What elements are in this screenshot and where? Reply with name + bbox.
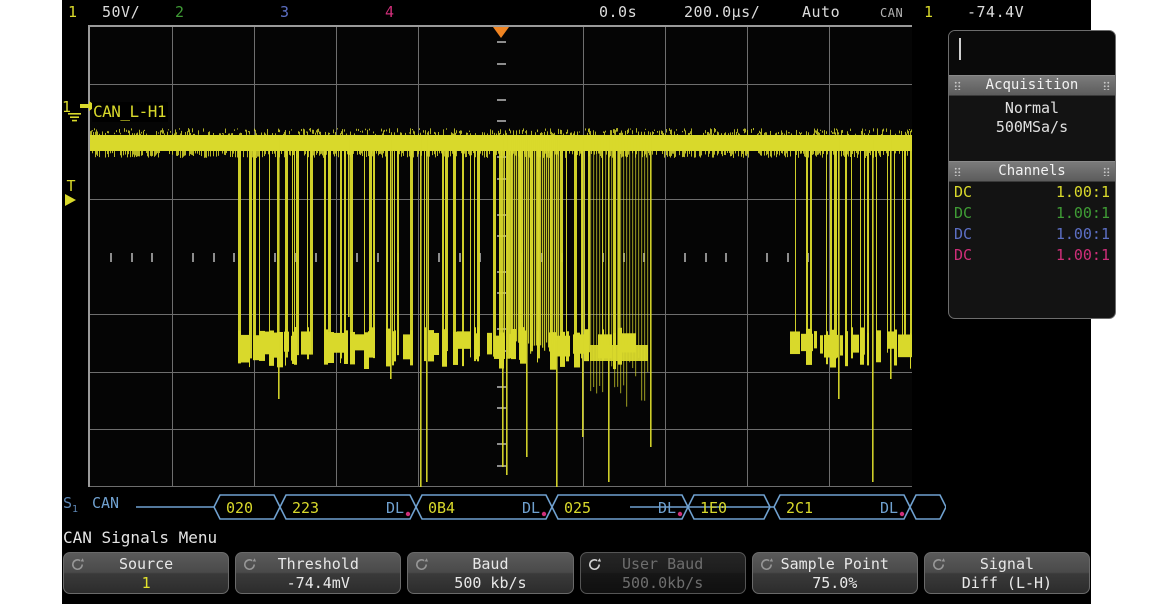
graticule-inner: [90, 27, 912, 487]
rotary-knob-icon: [244, 558, 257, 571]
trigger-source[interactable]: 1: [924, 3, 934, 21]
softkey-value: 500.0kb/s: [621, 574, 704, 592]
waveform-trace-channel-1: [90, 128, 912, 487]
delay-value[interactable]: 0.0s: [599, 3, 637, 21]
softkey-sample-point[interactable]: Sample Point 75.0%: [751, 552, 918, 594]
softkey-baud[interactable]: Baud 500 kb/s: [407, 552, 574, 594]
serial-decode-row[interactable]: S1 CAN 020 223 DL 0B4 DL 025 DL 1E0 2C1 DL: [62, 489, 946, 525]
decode-frame-marker: [541, 511, 547, 517]
softkey-label: Threshold: [277, 555, 359, 573]
trigger-marker-letter: T: [66, 177, 76, 195]
acquisition-sample-rate: 500MSa/s: [995, 118, 1069, 136]
softkey-value: 500 kb/s: [454, 574, 527, 592]
drag-grip-icon: [954, 81, 961, 90]
decode-frame-text: DL: [658, 499, 676, 517]
decode-frame-marker: [899, 511, 905, 517]
decode-frame-text: 025: [564, 499, 591, 517]
drag-grip-icon: [1103, 81, 1110, 90]
softkey-value: 1: [141, 574, 151, 592]
channel-row[interactable]: DC 1.00:1: [949, 182, 1115, 203]
softkey-value: -74.4mV: [286, 574, 350, 592]
menu-title: CAN Signals Menu: [63, 528, 218, 547]
softkey-value: 75.0%: [812, 574, 858, 592]
status-bar: 1 50V/ 2 3 4 0.0s 200.0µs/ Auto CAN 1 -7…: [62, 0, 1091, 26]
acquisition-mode: Normal: [1004, 99, 1060, 117]
decode-frame-text: DL: [880, 499, 898, 517]
channel-coupling: DC: [954, 204, 973, 222]
trigger-level[interactable]: -74.4V: [967, 3, 1024, 21]
channel-coupling: DC: [954, 183, 973, 201]
channel-probe-ratio: 1.00:1: [1055, 225, 1110, 243]
rotary-knob-icon: [416, 558, 429, 571]
softkey-bar: Source 1 Threshold -74.4mV Baud 500 kb/s User …: [63, 552, 1091, 596]
softkey-label: User Baud: [621, 555, 704, 573]
channel-row[interactable]: DC 1.00:1: [949, 224, 1115, 245]
acquisition-body: Normal 500MSa/s: [949, 96, 1115, 161]
rotary-knob-icon: [760, 558, 773, 571]
channel-probe-ratio: 1.00:1: [1055, 246, 1110, 264]
channel-coupling: DC: [954, 225, 973, 243]
decode-frame-packet[interactable]: [909, 494, 946, 520]
decode-frame-marker: [405, 511, 411, 517]
decode-frame-text: 223: [292, 499, 319, 517]
softkey-label: Source: [118, 555, 174, 573]
channel-4-indicator[interactable]: 4: [385, 3, 395, 21]
decode-frame-marker: [677, 511, 683, 517]
softkey-label: Baud: [472, 555, 509, 573]
decode-frames: 020 223 DL 0B4 DL 025 DL 1E0 2C1 DL: [136, 494, 946, 520]
ground-symbol-icon: [68, 113, 81, 122]
channels-title: Channels: [998, 163, 1066, 179]
channel-2-indicator[interactable]: 2: [175, 3, 185, 21]
waveform-graticule[interactable]: [88, 25, 912, 487]
channel-1-label[interactable]: CAN_L-H1: [92, 102, 169, 122]
softkey-value: Diff (L-H): [961, 574, 1053, 592]
softkey-signal[interactable]: Signal Diff (L-H): [923, 552, 1091, 594]
trigger-arrow-icon: [65, 194, 76, 206]
oscilloscope-screen: 1 50V/ 2 3 4 0.0s 200.0µs/ Auto CAN 1 -7…: [62, 0, 1116, 604]
info-sidebar: Acquisition Normal 500MSa/s Channels DC 1…: [948, 30, 1116, 319]
decode-frame-text: 1E0: [700, 499, 727, 517]
channels-list: DC 1.00:1 DC 1.00:1 DC 1.00:1 DC 1.00:1: [949, 182, 1115, 266]
softkey-source[interactable]: Source 1: [63, 552, 230, 594]
text-cursor: [959, 38, 961, 60]
channels-header[interactable]: Channels: [949, 161, 1115, 182]
trigger-level-marker[interactable]: T: [64, 177, 78, 209]
sidebar-top-pane: [949, 31, 1115, 75]
waveform-paths: [90, 128, 912, 487]
channel-row[interactable]: DC 1.00:1: [949, 203, 1115, 224]
rotary-knob-icon: [932, 558, 945, 571]
decode-frame-text: 2C1: [786, 499, 813, 517]
channel-1-indicator[interactable]: 1: [68, 3, 78, 21]
channel-probe-ratio: 1.00:1: [1055, 183, 1110, 201]
channel-3-indicator[interactable]: 3: [280, 3, 290, 21]
rotary-knob-icon: [588, 558, 601, 571]
softkey-label: Sample Point: [780, 555, 889, 573]
timebase-value[interactable]: 200.0µs/: [684, 3, 760, 21]
decode-frame-text: 0B4: [428, 499, 455, 517]
channel-probe-ratio: 1.00:1: [1055, 204, 1110, 222]
rotary-knob-icon: [72, 558, 84, 571]
decode-frame-text: DL: [386, 499, 404, 517]
channel-coupling: DC: [954, 246, 973, 264]
sweep-mode[interactable]: Auto: [802, 3, 840, 21]
channel-row[interactable]: DC 1.00:1: [949, 245, 1115, 266]
acquisition-title: Acquisition: [985, 77, 1079, 93]
drag-grip-icon: [954, 167, 961, 176]
softkey-label: Signal: [979, 555, 1035, 573]
softkey-user-baud: User Baud 500.0kb/s: [579, 552, 746, 594]
channel-1-scale[interactable]: 50V/: [102, 3, 140, 21]
acquisition-header[interactable]: Acquisition: [949, 75, 1115, 96]
trigger-position-marker[interactable]: [493, 27, 509, 38]
decode-frame-text: DL: [522, 499, 540, 517]
trigger-type[interactable]: CAN: [880, 6, 903, 20]
decode-frame-text: 020: [226, 499, 253, 517]
softkey-threshold[interactable]: Threshold -74.4mV: [235, 552, 402, 594]
drag-grip-icon: [1103, 167, 1110, 176]
